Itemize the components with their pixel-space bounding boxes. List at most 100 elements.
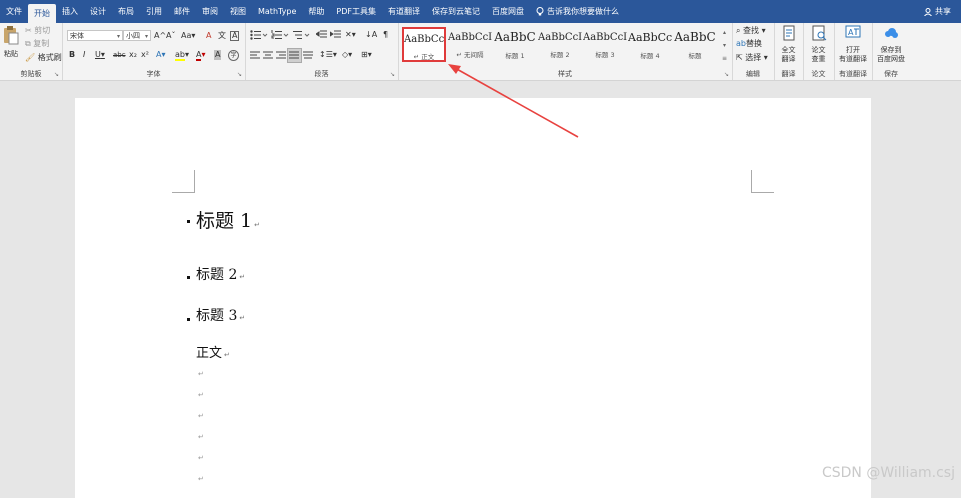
font-name-select[interactable]: 宋体 ▾: [67, 30, 123, 41]
subscript-button[interactable]: x₂: [129, 50, 137, 60]
clear-format-button[interactable]: A: [206, 31, 211, 41]
tab-design[interactable]: 设计: [84, 0, 112, 23]
group-clipboard: 粘贴 ✂ 剪切 ⧉ 复制 🖌 格式刷 剪贴板 ↘: [0, 23, 63, 80]
heading-2[interactable]: 标题 2 ↵: [196, 264, 245, 284]
select-button[interactable]: ⇱ 选择 ▾: [736, 53, 768, 63]
tell-me-text: 告诉我你想要做什么: [546, 7, 619, 16]
share-button[interactable]: 共享: [924, 0, 951, 23]
group-styles: AaBbCcI ↵ 正文 AaBbCcI ↵ 无间隔 AaBbC 标题 1 Aa…: [398, 23, 733, 80]
tab-mailings[interactable]: 邮件: [168, 0, 196, 23]
increase-indent-icon[interactable]: [330, 30, 341, 40]
empty-paragraph-mark: ↵: [198, 475, 204, 483]
tab-insert[interactable]: 插入: [56, 0, 84, 23]
underline-button[interactable]: U▾: [95, 50, 105, 60]
justify-button[interactable]: [287, 48, 302, 63]
phonetic-guide-icon: 文: [218, 31, 226, 40]
clipboard-launcher-icon[interactable]: ↘: [54, 71, 59, 78]
tab-help[interactable]: 帮助: [302, 0, 330, 23]
bullets-icon[interactable]: [250, 30, 268, 40]
style-heading-3[interactable]: AaBbCcI 标题 3: [583, 27, 627, 62]
cut-label: 剪切: [34, 26, 51, 35]
numbering-icon[interactable]: [271, 30, 289, 40]
format-painter-label: 格式刷: [37, 53, 62, 62]
tab-pdf-tools[interactable]: PDF工具集: [330, 0, 382, 23]
tab-home[interactable]: 开始: [28, 4, 56, 23]
translate-group-label: 翻译: [781, 70, 796, 78]
change-case-button[interactable]: Aa▾: [181, 31, 195, 41]
save-baidu-button[interactable]: 保存到 百度网盘: [874, 25, 908, 64]
decrease-indent-icon[interactable]: [316, 30, 327, 40]
style-gallery-scroll[interactable]: ▴ ▾ ≡: [720, 26, 729, 66]
menu-bar: 文件 开始 插入 设计 布局 引用 邮件 审阅 视图 MathType 帮助 P…: [0, 0, 961, 23]
cut-button[interactable]: ✂ 剪切: [25, 26, 50, 36]
tab-save-cloud-note[interactable]: 保存到云笔记: [426, 0, 486, 23]
font-launcher-icon[interactable]: ↘: [237, 71, 242, 78]
heading-3[interactable]: 标题 3 ↵: [196, 305, 245, 325]
find-button[interactable]: ⌕ 查找 ▾: [736, 26, 766, 36]
chinese-layout-button[interactable]: ✕▾: [345, 30, 356, 40]
sort-button[interactable]: ↓A: [365, 30, 377, 40]
bold-button[interactable]: B: [69, 50, 75, 60]
paper-check-button[interactable]: 论文 查重: [806, 25, 831, 64]
style-normal[interactable]: AaBbCcI ↵ 正文: [402, 27, 446, 62]
change-case-icon: Aa: [181, 31, 192, 40]
tab-view[interactable]: 视图: [224, 0, 252, 23]
shrink-font-icon: A: [166, 31, 172, 40]
highlight-button[interactable]: ab▾: [175, 50, 189, 61]
style-sample: AaBbCc: [628, 31, 672, 44]
font-color-button[interactable]: A▾: [196, 50, 206, 61]
format-painter-button[interactable]: 🖌 格式刷: [25, 53, 62, 63]
enclose-char-button[interactable]: 字: [228, 50, 239, 61]
paragraph-launcher-icon[interactable]: ↘: [390, 71, 395, 78]
more-styles-icon[interactable]: ≡: [720, 52, 729, 65]
find-label: 查找: [743, 26, 760, 35]
strikethrough-button[interactable]: abc: [113, 50, 126, 60]
open-youdao-button[interactable]: A 打开 有道翻译: [836, 25, 870, 64]
tab-mathtype[interactable]: MathType: [252, 0, 302, 23]
char-border-button[interactable]: A: [230, 31, 240, 41]
superscript-button[interactable]: x²: [141, 50, 149, 60]
grow-font-button[interactable]: A^: [154, 31, 166, 41]
italic-button[interactable]: I: [83, 50, 85, 60]
phonetic-guide-button[interactable]: 文: [218, 31, 226, 41]
style-sample: AaBbC: [494, 30, 536, 44]
shrink-font-button[interactable]: Aˇ: [166, 31, 175, 41]
distributed-icon[interactable]: [303, 51, 313, 60]
char-shading-icon: A: [215, 50, 221, 59]
tab-file[interactable]: 文件: [0, 0, 28, 23]
tab-baidu-netdisk[interactable]: 百度网盘: [486, 0, 530, 23]
paste-button[interactable]: 粘贴: [2, 25, 20, 59]
style-heading-1[interactable]: AaBbC 标题 1: [493, 27, 537, 62]
show-marks-button[interactable]: ¶: [383, 30, 388, 40]
style-heading-4[interactable]: AaBbCc 标题 4: [628, 27, 672, 62]
body-text[interactable]: 正文 ↵: [196, 342, 230, 361]
chevron-down-icon[interactable]: ▾: [720, 39, 729, 52]
style-title[interactable]: AaBbC 标题: [673, 27, 717, 62]
text-effects-button[interactable]: A▾: [156, 50, 166, 60]
align-center-icon[interactable]: [263, 51, 273, 60]
page-corner-mark: [172, 170, 195, 193]
heading-1[interactable]: 标题 1 ↵: [196, 206, 260, 233]
replace-button[interactable]: ab替换: [736, 39, 762, 49]
style-heading-2[interactable]: AaBbCcI 标题 2: [538, 27, 582, 62]
tab-review[interactable]: 审阅: [196, 0, 224, 23]
style-no-spacing[interactable]: AaBbCcI ↵ 无间隔: [448, 27, 492, 62]
shading-button[interactable]: ◇▾: [342, 50, 352, 60]
line-spacing-button[interactable]: ↕☰▾: [319, 50, 337, 60]
styles-launcher-icon[interactable]: ↘: [724, 71, 729, 78]
align-right-icon[interactable]: [276, 51, 286, 60]
tell-me-box[interactable]: 告诉我你想要做什么: [530, 6, 625, 17]
multilevel-list-icon[interactable]: [292, 30, 310, 40]
font-size-select[interactable]: 小四 ▾: [123, 30, 151, 41]
document-page[interactable]: 标题 1 ↵ 标题 2 ↵ 标题 3 ↵ 正文 ↵ ↵ ↵ ↵ ↵ ↵ ↵: [75, 98, 871, 498]
tab-references[interactable]: 引用: [140, 0, 168, 23]
align-left-icon[interactable]: [250, 51, 260, 60]
chevron-up-icon[interactable]: ▴: [720, 26, 729, 39]
tab-layout[interactable]: 布局: [112, 0, 140, 23]
char-shading-button[interactable]: A: [214, 50, 222, 60]
borders-button[interactable]: ⊞▾: [361, 50, 372, 60]
copy-button[interactable]: ⧉ 复制: [25, 39, 49, 49]
tab-youdao-translate[interactable]: 有道翻译: [382, 0, 426, 23]
full-text-translate-button[interactable]: 全文 翻译: [776, 25, 801, 64]
paper-label-2: 查重: [811, 55, 826, 63]
